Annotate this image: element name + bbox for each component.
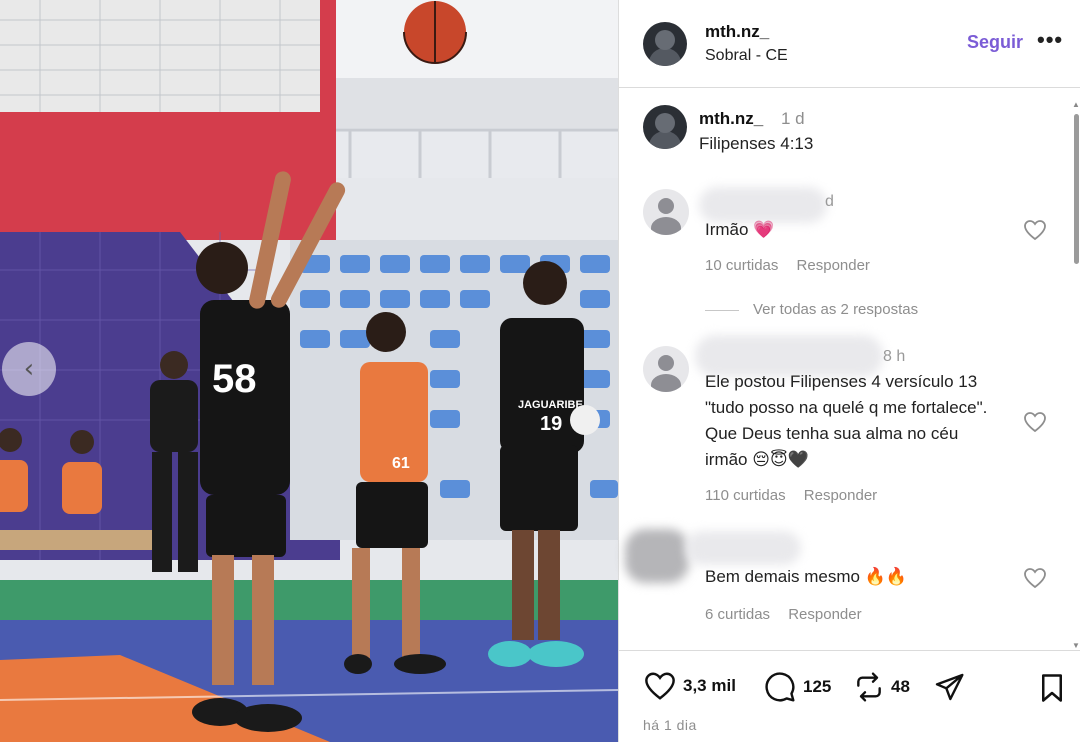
comments-section: mth.nz_ 1 d Filipenses 4:13 d Irmão 💗 10… <box>619 89 1080 649</box>
post-panel: mth.nz_ Sobral - CE Seguir ••• mth.nz_ 1… <box>618 0 1080 742</box>
caption-username[interactable]: mth.nz_ <box>699 109 763 129</box>
scroll-down-icon[interactable]: ▼ <box>1072 641 1080 650</box>
comment-text: Irmão 💗 <box>705 220 775 239</box>
reply-button[interactable]: Responder <box>797 257 870 274</box>
post-timestamp: há 1 dia <box>643 717 697 733</box>
comment-likes[interactable]: 6 curtidas <box>705 606 770 623</box>
post-location[interactable]: Sobral - CE <box>705 47 788 65</box>
scrollbar-thumb[interactable] <box>1074 114 1079 264</box>
comment-likes[interactable]: 10 curtidas <box>705 257 778 274</box>
basketball-photo-illustration: 58 61 JAGUARIBE 19 <box>0 0 618 742</box>
caption-text: Filipenses 4:13 <box>699 134 814 153</box>
caption-time: 1 d <box>781 109 805 128</box>
comment-icon <box>765 672 795 702</box>
view-replies-button[interactable]: Ver todas as 2 respostas <box>705 301 918 318</box>
comment-avatar[interactable] <box>643 189 689 235</box>
comment-time: d <box>825 193 834 210</box>
comment-likes[interactable]: 110 curtidas <box>705 487 786 504</box>
repost-icon <box>857 672 881 702</box>
reply-button[interactable]: Responder <box>804 487 877 504</box>
chevron-left-icon: ‹ <box>23 354 35 384</box>
comments-scrollbar[interactable]: ▲ ▼ <box>1071 100 1080 650</box>
caption-avatar[interactable] <box>643 105 687 149</box>
comment-text: Bem demais mesmo 🔥🔥 <box>705 567 907 586</box>
blurred-username <box>685 531 801 565</box>
divider <box>705 309 739 311</box>
bookmark-icon <box>1042 674 1062 702</box>
center-jersey-number: 19 <box>540 413 562 435</box>
comment-count: 125 <box>803 677 832 696</box>
author-avatar[interactable] <box>643 22 687 66</box>
repost-count: 48 <box>891 677 910 696</box>
comment-button[interactable]: 125 <box>763 671 831 703</box>
comment-text: Ele postou Filipenses 4 versículo 13 "tu… <box>705 372 988 469</box>
like-button[interactable]: 3,3 mil <box>643 671 736 701</box>
heart-outline-icon[interactable] <box>1023 411 1047 433</box>
shooter-jersey-number: 58 <box>212 357 257 401</box>
post-actions: 3,3 mil 125 48 há 1 dia <box>619 650 1080 742</box>
view-replies-label: Ver todas as 2 respostas <box>753 301 919 318</box>
share-button[interactable] <box>933 671 971 703</box>
previous-photo-button[interactable]: ‹ <box>2 342 56 396</box>
comment-time: 8 h <box>883 348 906 365</box>
comment-meta: 110 curtidas Responder <box>705 487 877 504</box>
heart-outline-icon[interactable] <box>1023 567 1047 589</box>
post-header: mth.nz_ Sobral - CE Seguir ••• <box>619 0 1080 88</box>
blurred-avatar <box>625 529 689 583</box>
heart-outline-icon[interactable] <box>1023 219 1047 241</box>
repost-button[interactable]: 48 <box>853 671 910 703</box>
reply-button[interactable]: Responder <box>788 606 861 623</box>
orange-jersey-number: 61 <box>392 455 410 472</box>
jersey-word: JAGUARIBE <box>518 399 583 411</box>
comment-avatar[interactable] <box>643 346 689 392</box>
send-icon <box>935 673 964 701</box>
like-count: 3,3 mil <box>683 676 736 695</box>
post-photo: 58 61 JAGUARIBE 19 ‹ <box>0 0 618 742</box>
scroll-up-icon[interactable]: ▲ <box>1072 100 1080 109</box>
comment-meta: 10 curtidas Responder <box>705 257 870 274</box>
follow-button[interactable]: Seguir <box>967 32 1023 53</box>
heart-icon <box>645 672 675 700</box>
save-button[interactable] <box>1039 673 1065 708</box>
more-options-icon[interactable]: ••• <box>1037 27 1063 53</box>
comment-meta: 6 curtidas Responder <box>705 606 862 623</box>
author-username[interactable]: mth.nz_ <box>705 22 769 42</box>
